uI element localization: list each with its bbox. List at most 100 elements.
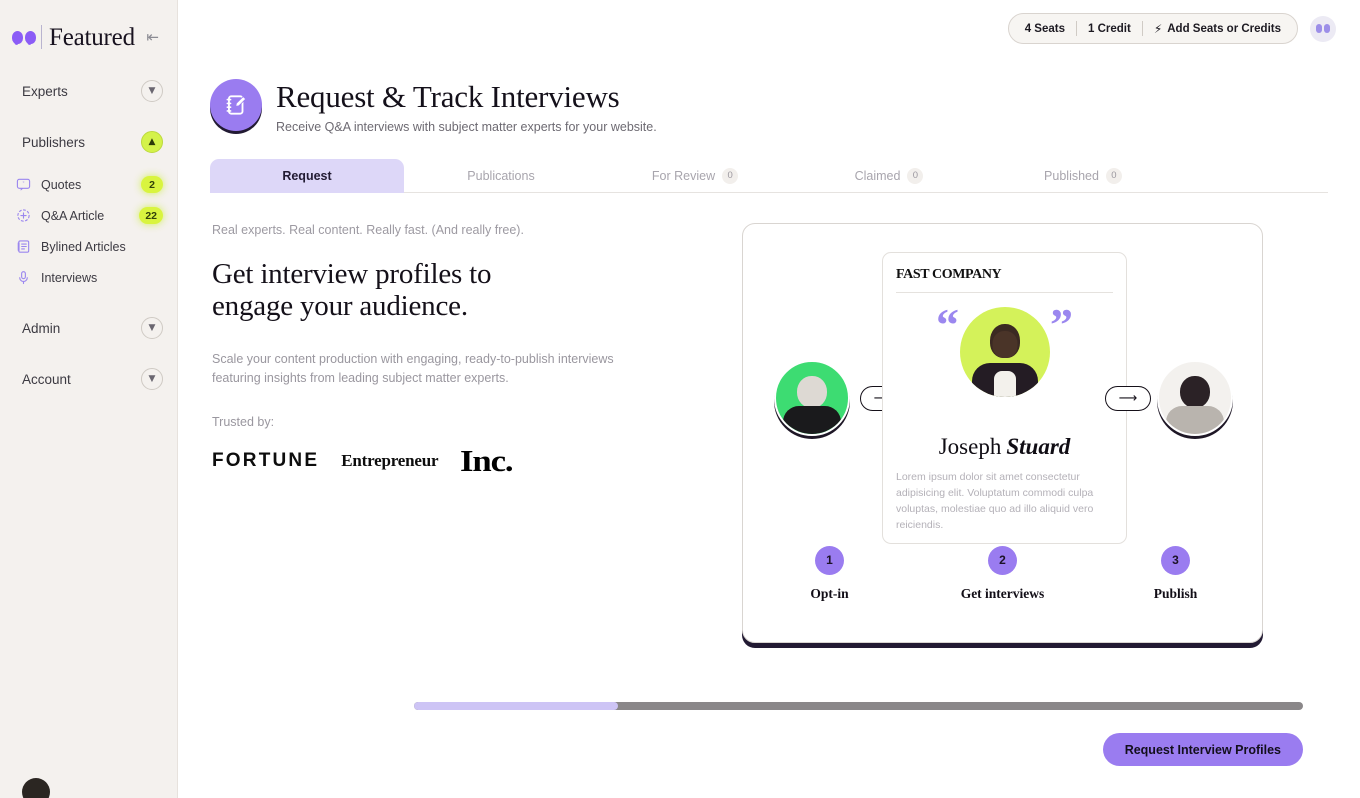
- hero-body: Scale your content production with engag…: [212, 351, 614, 386]
- credits-count: 1 Credit: [1087, 22, 1131, 35]
- fortune-logo: FORTUNE: [212, 450, 320, 472]
- step-opt-in: 1 Opt-in: [743, 545, 916, 602]
- add-seats-or-credits-label: Add Seats or Credits: [1167, 22, 1281, 35]
- sidebar-group-experts[interactable]: Experts ▼: [0, 70, 177, 112]
- tab-publications[interactable]: Publications: [404, 159, 598, 193]
- page-header: Request & Track Interviews Receive Q&A i…: [178, 57, 1360, 134]
- tab-label: Claimed: [854, 168, 901, 183]
- request-interview-profiles-button[interactable]: Request Interview Profiles: [1102, 733, 1303, 766]
- sidebar: Featured ⇤ Experts ▼ Publishers ▲ ” Quot…: [0, 0, 178, 798]
- page-title: Request & Track Interviews: [276, 79, 620, 114]
- progress-track[interactable]: [414, 702, 1303, 710]
- sidebar-header: Featured ⇤: [0, 0, 177, 56]
- logo-divider: [41, 25, 42, 49]
- progress-fill: [414, 702, 619, 710]
- sidebar-item-quotes[interactable]: ” Quotes 2: [0, 169, 177, 200]
- sidebar-group-label: Account: [22, 371, 71, 387]
- chevron-up-icon[interactable]: ▲: [141, 131, 163, 153]
- sidebar-group-label: Admin: [22, 320, 61, 336]
- hero-headline: Get interview profiles to engage your au…: [212, 257, 492, 323]
- seats-credits-pill[interactable]: 4 Seats 1 Credit ⚡ Add Seats or Credits: [1007, 13, 1298, 44]
- publication-quote-card: FAST COMPANY “ ” Joseph Stuard Lorem ips…: [882, 251, 1127, 544]
- cta-row: Request Interview Profiles: [1102, 733, 1303, 766]
- divider: [896, 291, 1113, 293]
- expert-avatar-right: [1157, 359, 1233, 436]
- sidebar-item-label: Quotes: [41, 177, 82, 192]
- expert-portrait: [959, 306, 1050, 397]
- quote-close-icon: ”: [1050, 298, 1073, 350]
- expert-signature: Joseph Stuard: [896, 435, 1113, 458]
- featured-eyes-logo-icon: [12, 30, 36, 44]
- topbar: 4 Seats 1 Credit ⚡ Add Seats or Credits: [178, 0, 1360, 57]
- microphone-icon: [16, 270, 31, 285]
- quote-bubble-icon: ”: [16, 177, 31, 192]
- illustration-column: ⟶ FAST COMPANY “ ” JosephStuard: [710, 222, 1328, 643]
- pill-divider: [1141, 21, 1143, 36]
- lightning-bolt-icon: ⚡: [1153, 21, 1163, 36]
- quote-open-icon: “: [936, 298, 959, 350]
- chevron-down-icon[interactable]: ▼: [141, 368, 163, 390]
- tab-count-badge: 0: [1105, 167, 1122, 184]
- progress-bar[interactable]: [414, 702, 1303, 710]
- tab-claimed[interactable]: Claimed 0: [792, 159, 986, 193]
- step-publish: 3 Publish: [1089, 545, 1262, 602]
- step-label: Publish: [1153, 585, 1198, 601]
- entrepreneur-logo: Entrepreneur: [341, 451, 439, 471]
- notebook-pencil-icon: [210, 79, 262, 131]
- brand-name: Featured: [49, 23, 135, 51]
- sidebar-user-avatar[interactable]: [22, 778, 50, 798]
- hero-text-column: Real experts. Real content. Really fast.…: [210, 223, 710, 643]
- steps-row: 1 Opt-in 2 Get interviews 3 Publish: [743, 545, 1262, 602]
- expert-portrait-block: “ ”: [896, 298, 1113, 425]
- expert-first-name: Joseph: [938, 433, 1002, 459]
- svg-text:”: ”: [23, 181, 25, 187]
- qa-circle-icon: [16, 208, 31, 223]
- tab-for-review[interactable]: For Review 0: [598, 159, 792, 193]
- interview-illustration-card: ⟶ FAST COMPANY “ ” JosephStuard: [742, 222, 1263, 643]
- tab-label: Publications: [467, 168, 535, 183]
- hero-eyebrow: Real experts. Real content. Really fast.…: [212, 222, 524, 237]
- step-number: 2: [988, 545, 1017, 575]
- trusted-logos: FORTUNE Entrepreneur Inc.: [212, 445, 710, 476]
- chevron-down-icon[interactable]: ▼: [141, 80, 163, 102]
- step-get-interviews: 2 Get interviews: [916, 545, 1089, 602]
- sidebar-item-qa-article[interactable]: Q&A Article 22: [0, 200, 177, 231]
- sidebar-badge-quotes: 2: [141, 176, 163, 193]
- trusted-by-label: Trusted by:: [212, 415, 275, 430]
- tab-label: Request: [282, 168, 332, 183]
- sidebar-group-admin[interactable]: Admin ▼: [0, 307, 177, 349]
- tab-bar: Request Publications For Review 0 Claime…: [210, 158, 1328, 193]
- expert-last-name: Stuard: [1006, 433, 1071, 459]
- sidebar-item-label: Interviews: [41, 270, 98, 285]
- tab-label: Published: [1044, 168, 1099, 183]
- user-avatar[interactable]: [1310, 15, 1336, 42]
- tab-published[interactable]: Published 0: [986, 159, 1180, 193]
- quote-text: Lorem ipsum dolor sit amet consectetur a…: [896, 470, 1094, 531]
- tab-request[interactable]: Request: [210, 158, 404, 193]
- publication-logo: FAST COMPANY: [896, 266, 1002, 282]
- sidebar-item-label: Bylined Articles: [41, 239, 126, 254]
- document-icon: [16, 239, 31, 254]
- sidebar-group-label: Publishers: [22, 134, 86, 150]
- sidebar-group-publishers[interactable]: Publishers ▲: [0, 121, 177, 163]
- content-area: Real experts. Real content. Really fast.…: [178, 193, 1360, 643]
- collapse-sidebar-icon[interactable]: ⇤: [142, 28, 163, 47]
- pill-divider: [1075, 21, 1077, 36]
- main-content: 4 Seats 1 Credit ⚡ Add Seats or Credits …: [178, 0, 1360, 798]
- chevron-down-icon[interactable]: ▼: [141, 317, 163, 339]
- seats-count: 4 Seats: [1024, 22, 1065, 35]
- tab-count-badge: 0: [907, 167, 924, 184]
- sidebar-group-label: Experts: [22, 83, 68, 99]
- sidebar-badge-qa: 22: [139, 207, 163, 224]
- sidebar-group-account[interactable]: Account ▼: [0, 358, 177, 400]
- app-root: Featured ⇤ Experts ▼ Publishers ▲ ” Quot…: [0, 0, 1360, 798]
- page-subtitle: Receive Q&A interviews with subject matt…: [276, 119, 657, 134]
- expert-avatar-left: [774, 359, 850, 436]
- sidebar-item-interviews[interactable]: Interviews: [0, 262, 177, 293]
- sidebar-item-label: Q&A Article: [41, 208, 105, 223]
- sidebar-item-bylined-articles[interactable]: Bylined Articles: [0, 231, 177, 262]
- arrow-right-icon: ⟶: [1105, 385, 1151, 411]
- tab-count-badge: 0: [722, 167, 739, 184]
- tab-label: For Review: [651, 168, 716, 183]
- step-number: 3: [1161, 545, 1190, 575]
